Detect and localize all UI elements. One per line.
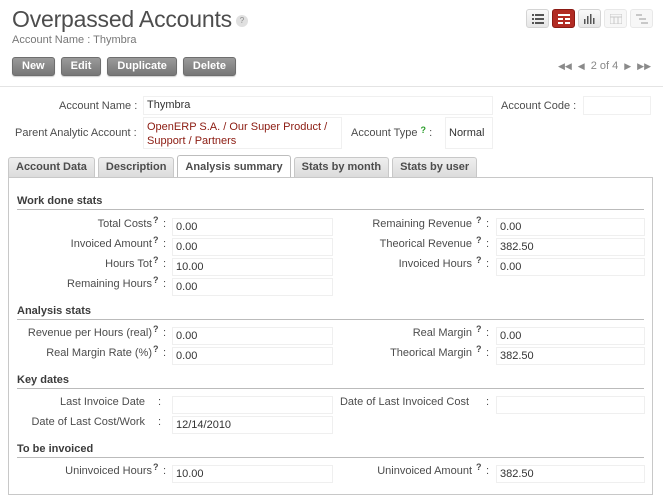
- account-name-field[interactable]: Thymbra: [143, 96, 493, 115]
- pager: ◀◀ ◀ 2 of 4 ▶ ▶▶: [558, 60, 651, 72]
- tab-analysis-summary[interactable]: Analysis summary: [177, 155, 291, 177]
- help-icon[interactable]: ?: [153, 255, 159, 265]
- field-row: Hours Tot ?: 10.00 Invoiced Hours ?: 0.0…: [9, 255, 652, 276]
- parent-account-line2: Support / Partners: [147, 135, 237, 147]
- remaining-hours-field[interactable]: 0.00: [172, 278, 333, 296]
- revenue-per-hours-field[interactable]: 0.00: [172, 327, 333, 345]
- remaining-revenue-field[interactable]: 0.00: [496, 218, 645, 236]
- total-costs-label: Total Costs: [97, 218, 152, 230]
- hours-tot-label: Hours Tot: [105, 258, 152, 270]
- help-icon[interactable]: ?: [153, 344, 159, 354]
- notebook-tabs: Account Data Description Analysis summar…: [8, 155, 478, 177]
- invoiced-hours-label: Invoiced Hours: [398, 258, 472, 270]
- field-row: Date of Last Cost/Work : 12/14/2010: [9, 416, 652, 434]
- uninvoiced-hours-label: Uninvoiced Hours: [65, 465, 152, 477]
- date-last-invoiced-cost-field[interactable]: [496, 396, 645, 414]
- page-header: Overpassed Accounts? Account Name : Thym…: [12, 6, 248, 46]
- help-icon[interactable]: ?: [421, 125, 427, 135]
- invoiced-amount-label: Invoiced Amount: [70, 238, 152, 250]
- divider: [0, 86, 663, 87]
- tab-description[interactable]: Description: [97, 157, 175, 177]
- analysis-summary-panel: Work done stats Total Costs ?: 0.00 Rema…: [8, 177, 653, 495]
- first-record-icon[interactable]: ◀◀: [558, 61, 572, 72]
- pager-status: 2 of 4: [590, 60, 619, 72]
- account-code-label: Account Code :: [501, 100, 577, 112]
- date-last-invoiced-cost-label: Date of Last Invoiced Cost: [339, 396, 469, 408]
- form-header: Account Name : Thymbra Account Code : Pa…: [0, 96, 663, 152]
- help-icon[interactable]: ?: [153, 275, 159, 285]
- new-button[interactable]: New: [12, 57, 55, 76]
- help-icon[interactable]: ?: [153, 324, 159, 334]
- real-margin-rate-field[interactable]: 0.00: [172, 347, 333, 365]
- next-record-icon[interactable]: ▶: [624, 61, 631, 72]
- help-icon[interactable]: ?: [476, 324, 482, 334]
- field-row: Real Margin Rate (%) ?: 0.00 Theorical M…: [9, 344, 652, 365]
- parent-account-line1: OpenERP S.A. / Our Super Product /: [147, 121, 328, 133]
- help-icon[interactable]: ?: [153, 215, 159, 225]
- theorical-margin-field[interactable]: 382.50: [496, 347, 645, 365]
- help-icon[interactable]: ?: [476, 215, 482, 225]
- total-costs-field[interactable]: 0.00: [172, 218, 333, 236]
- revenue-per-hours-label: Revenue per Hours (real): [27, 327, 152, 339]
- remaining-revenue-label: Remaining Revenue: [372, 218, 472, 230]
- tab-stats-by-month[interactable]: Stats by month: [293, 157, 390, 177]
- section-work-done: Work done stats: [17, 195, 644, 210]
- hours-tot-field[interactable]: 10.00: [172, 258, 333, 276]
- record-toolbar: New Edit Duplicate Delete: [12, 57, 236, 76]
- parent-account-field[interactable]: OpenERP S.A. / Our Super Product / Suppo…: [143, 117, 342, 149]
- help-icon[interactable]: ?: [476, 344, 482, 354]
- account-type-label: Account Type ? :: [351, 125, 433, 139]
- tab-stats-by-user[interactable]: Stats by user: [392, 157, 478, 177]
- field-row: Total Costs ?: 0.00 Remaining Revenue ?:…: [9, 215, 652, 236]
- form-view-icon[interactable]: [552, 9, 575, 28]
- account-code-field[interactable]: [583, 96, 651, 115]
- uninvoiced-amount-field[interactable]: 382.50: [496, 465, 645, 483]
- section-to-be-invoiced: To be invoiced: [17, 443, 644, 458]
- help-icon[interactable]: ?: [476, 255, 482, 265]
- last-invoice-date-label: Last Invoice Date: [60, 396, 145, 408]
- help-icon[interactable]: ?: [476, 462, 482, 472]
- section-analysis: Analysis stats: [17, 305, 644, 320]
- last-invoice-date-field[interactable]: [172, 396, 333, 414]
- invoiced-amount-field[interactable]: 0.00: [172, 238, 333, 256]
- help-icon[interactable]: ?: [153, 462, 159, 472]
- theorical-revenue-label: Theorical Revenue: [379, 238, 472, 250]
- gantt-view-icon: [630, 9, 653, 28]
- last-record-icon[interactable]: ▶▶: [637, 61, 651, 72]
- page-title: Overpassed Accounts: [12, 6, 232, 32]
- edit-button[interactable]: Edit: [60, 57, 102, 76]
- previous-record-icon[interactable]: ◀: [578, 61, 585, 72]
- real-margin-field[interactable]: 0.00: [496, 327, 645, 345]
- parent-account-label: Parent Analytic Account :: [15, 127, 137, 139]
- field-row: Remaining Hours ?: 0.00: [9, 275, 652, 296]
- date-last-cost-work-field[interactable]: 12/14/2010: [172, 416, 333, 434]
- graph-view-icon[interactable]: [578, 9, 601, 28]
- real-margin-rate-label: Real Margin Rate (%): [46, 347, 152, 359]
- calendar-view-icon: [604, 9, 627, 28]
- uninvoiced-amount-label: Uninvoiced Amount: [377, 465, 472, 477]
- field-row: Invoiced Amount ?: 0.00 Theorical Revenu…: [9, 235, 652, 256]
- section-key-dates: Key dates: [17, 374, 644, 389]
- help-icon[interactable]: ?: [153, 235, 159, 245]
- delete-button[interactable]: Delete: [182, 57, 236, 76]
- record-subtitle: Account Name : Thymbra: [12, 34, 137, 46]
- theorical-margin-label: Theorical Margin: [390, 347, 472, 359]
- account-name-label: Account Name :: [59, 100, 138, 112]
- field-row: Uninvoiced Hours ?: 10.00 Uninvoiced Amo…: [9, 462, 652, 483]
- view-switcher: [526, 9, 653, 28]
- duplicate-button[interactable]: Duplicate: [107, 57, 177, 76]
- date-last-cost-work-label: Date of Last Cost/Work: [31, 416, 145, 428]
- field-row: Last Invoice Date : Date of Last Invoice…: [9, 396, 652, 414]
- invoiced-hours-field[interactable]: 0.00: [496, 258, 645, 276]
- real-margin-label: Real Margin: [412, 327, 472, 339]
- uninvoiced-hours-field[interactable]: 10.00: [172, 465, 333, 483]
- tab-account-data[interactable]: Account Data: [8, 157, 95, 177]
- remaining-hours-label: Remaining Hours: [67, 278, 152, 290]
- list-view-icon[interactable]: [526, 9, 549, 28]
- account-type-field[interactable]: Normal: [445, 117, 493, 149]
- help-icon[interactable]: ?: [476, 235, 482, 245]
- theorical-revenue-field[interactable]: 382.50: [496, 238, 645, 256]
- help-icon[interactable]: ?: [235, 15, 248, 28]
- field-row: Revenue per Hours (real) ?: 0.00 Real Ma…: [9, 324, 652, 345]
